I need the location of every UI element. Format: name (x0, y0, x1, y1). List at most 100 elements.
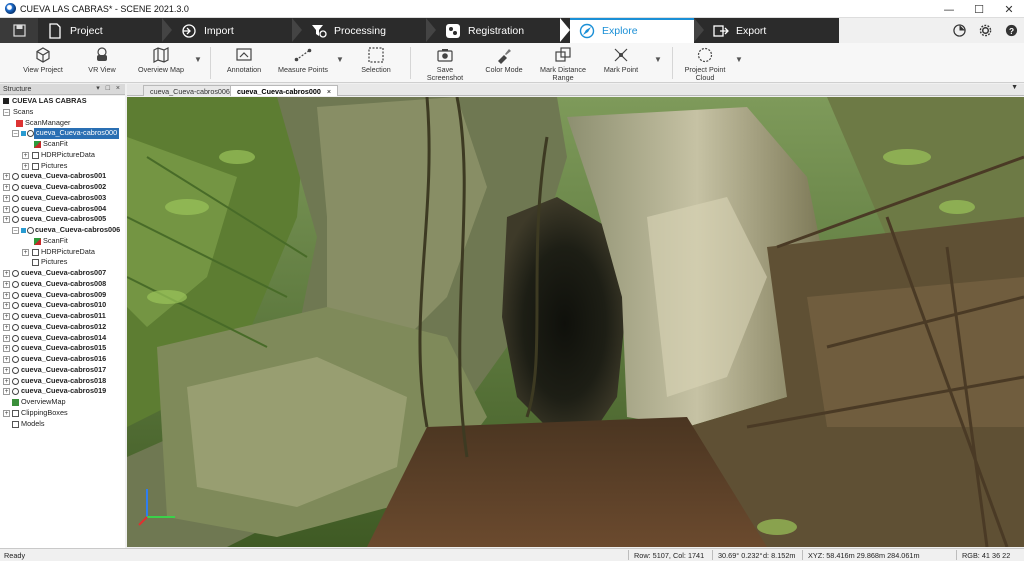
mark-point-button[interactable]: Mark Point (601, 45, 641, 74)
scan-icon (27, 227, 34, 234)
tree-scan-006[interactable]: – cueva_Cueva-cabros006 (0, 225, 125, 236)
tree-scan-row[interactable]: + cueva_Cueva-cabros005 (0, 214, 125, 225)
tab-import[interactable]: Import (172, 18, 292, 43)
overview-map-button[interactable]: Overview Map (137, 45, 185, 74)
save-screenshot-button[interactable]: Save Screenshot (419, 45, 471, 82)
tree-scan-row[interactable]: + cueva_Cueva-cabros007 (0, 268, 125, 279)
pie-chart-icon[interactable] (946, 18, 972, 43)
annotation-button[interactable]: Annotation (224, 45, 264, 74)
xyz-readout: XYZ: 58.416m 29.868m 284.061m (808, 551, 920, 560)
expand-toggle[interactable]: + (3, 291, 10, 299)
tabs-dropdown[interactable]: ▼ (1011, 84, 1018, 91)
expand-toggle[interactable]: + (3, 388, 10, 396)
expand-toggle[interactable]: + (3, 377, 10, 385)
collapse-toggle[interactable]: – (12, 130, 19, 138)
scan-icon (12, 216, 19, 224)
tree-models[interactable]: Models (0, 419, 125, 430)
collapse-toggle[interactable]: – (3, 108, 10, 116)
help-icon[interactable]: ? (998, 18, 1024, 43)
expand-toggle[interactable]: + (3, 366, 10, 374)
expand-toggle[interactable]: + (22, 248, 29, 256)
tree-root[interactable]: CUEVA LAS CABRAS (0, 96, 125, 107)
vr-view-button[interactable]: VR View (84, 45, 120, 74)
save-project-button[interactable] (0, 18, 38, 43)
tree-scan-row[interactable]: + cueva_Cueva-cabros018 (0, 376, 125, 387)
tree-scan-row[interactable]: + cueva_Cueva-cabros002 (0, 182, 125, 193)
scan-viewport[interactable] (127, 97, 1024, 547)
scene-app-icon (5, 3, 16, 14)
collapse-toggle[interactable]: – (12, 227, 19, 234)
tree-scan-row[interactable]: + cueva_Cueva-cabros004 (0, 204, 125, 215)
scan-label: cueva_Cueva-cabros003 (21, 192, 107, 202)
tree-hdr-000[interactable]: + HDRPictureData (0, 150, 125, 161)
tree-scan-row[interactable]: + cueva_Cueva-cabros014 (0, 333, 125, 344)
scan-label: cueva_Cueva-cabros009 (21, 289, 107, 299)
expand-toggle[interactable]: + (22, 151, 29, 159)
expand-toggle[interactable]: + (3, 302, 10, 310)
tree-scanfit-006[interactable]: ScanFit (0, 236, 125, 247)
tree-scanfit-000[interactable]: ScanFit (0, 139, 125, 150)
mark-distance-range-button[interactable]: Mark Distance Range (538, 45, 588, 82)
tree-scan-row[interactable]: + cueva_Cueva-cabros010 (0, 300, 125, 311)
tree-scan-row[interactable]: + cueva_Cueva-cabros009 (0, 290, 125, 301)
expand-toggle[interactable]: + (3, 216, 10, 224)
measure-points-dropdown[interactable]: ▼ (336, 55, 344, 64)
tree-scan-row[interactable]: + cueva_Cueva-cabros003 (0, 193, 125, 204)
maximize-icon[interactable]: ☐ (964, 0, 994, 18)
close-icon[interactable]: ✕ (994, 0, 1024, 18)
tree-scan-row[interactable]: + cueva_Cueva-cabros017 (0, 365, 125, 376)
overview-map-dropdown[interactable]: ▼ (194, 55, 202, 64)
minimize-icon[interactable]: — (934, 0, 964, 18)
tab-export[interactable]: Export (704, 18, 824, 43)
scan-label: cueva_Cueva-cabros010 (21, 300, 107, 310)
tab-registration[interactable]: Registration (436, 18, 560, 43)
tree-scans[interactable]: – Scans (0, 107, 125, 118)
expand-toggle[interactable]: + (3, 356, 10, 363)
doc-tab-cabros006[interactable]: cueva_Cueva-cabros006 (143, 85, 237, 96)
expand-toggle[interactable]: + (3, 194, 10, 202)
tab-processing-label: Processing (334, 24, 386, 37)
tab-explore[interactable]: Explore (570, 18, 694, 43)
expand-toggle[interactable]: + (3, 345, 10, 353)
measure-points-button[interactable]: Measure Points (278, 45, 328, 74)
tree-clipping-boxes[interactable]: + ClippingBoxes (0, 408, 125, 419)
project-point-cloud-button[interactable]: Project Point Cloud (682, 45, 728, 82)
gear-icon[interactable] (972, 18, 998, 43)
expand-toggle[interactable]: + (3, 323, 10, 331)
expand-toggle[interactable]: + (3, 409, 10, 417)
structure-panel-header: Structure ▾ □ × (0, 84, 125, 95)
project-point-cloud-dropdown[interactable]: ▼ (735, 55, 743, 64)
tree-scan-row[interactable]: + cueva_Cueva-cabros011 (0, 311, 125, 322)
expand-toggle[interactable]: + (3, 205, 10, 213)
tree-pictures-000[interactable]: + Pictures (0, 161, 125, 172)
tree-scan-row[interactable]: + cueva_Cueva-cabros016 (0, 354, 125, 365)
tree-scan-row[interactable]: + cueva_Cueva-cabros019 (0, 386, 125, 397)
close-tab-icon[interactable]: × (327, 87, 331, 96)
view-project-button[interactable]: View Project (22, 45, 64, 74)
tree-scan-000[interactable]: – cueva_Cueva-cabros000 (0, 128, 125, 139)
tree-hdr-006[interactable]: + HDRPictureData (0, 247, 125, 258)
ribbon-toolbar: View Project VR View Overview Map ▼ Anno… (0, 43, 1024, 83)
expand-toggle[interactable]: + (3, 334, 10, 342)
tree-scan-row[interactable]: + cueva_Cueva-cabros012 (0, 322, 125, 333)
doc-tab-cabros000[interactable]: cueva_Cueva-cabros000 × (230, 85, 339, 96)
scan-status-icon (21, 228, 26, 233)
tab-processing[interactable]: Processing (302, 18, 426, 43)
expand-toggle[interactable]: + (3, 270, 10, 277)
expand-toggle[interactable]: + (3, 173, 10, 181)
expand-toggle[interactable]: + (3, 313, 10, 320)
tab-project[interactable]: Project (38, 18, 162, 43)
tree-scan-row[interactable]: + cueva_Cueva-cabros008 (0, 279, 125, 290)
selection-button[interactable]: Selection (358, 45, 394, 74)
tree-overview-map[interactable]: OverviewMap (0, 397, 125, 408)
tree-scan-row[interactable]: + cueva_Cueva-cabros001 (0, 171, 125, 182)
panel-controls[interactable]: ▾ □ × (96, 84, 122, 92)
mark-point-dropdown[interactable]: ▼ (654, 55, 662, 64)
tree-pictures-006[interactable]: Pictures (0, 257, 125, 268)
expand-toggle[interactable]: + (3, 184, 10, 191)
color-mode-button[interactable]: Color Mode (484, 45, 524, 74)
tree-scan-manager[interactable]: ScanManager (0, 118, 125, 129)
expand-toggle[interactable]: + (3, 280, 10, 288)
expand-toggle[interactable]: + (22, 162, 29, 170)
tree-scan-row[interactable]: + cueva_Cueva-cabros015 (0, 343, 125, 354)
